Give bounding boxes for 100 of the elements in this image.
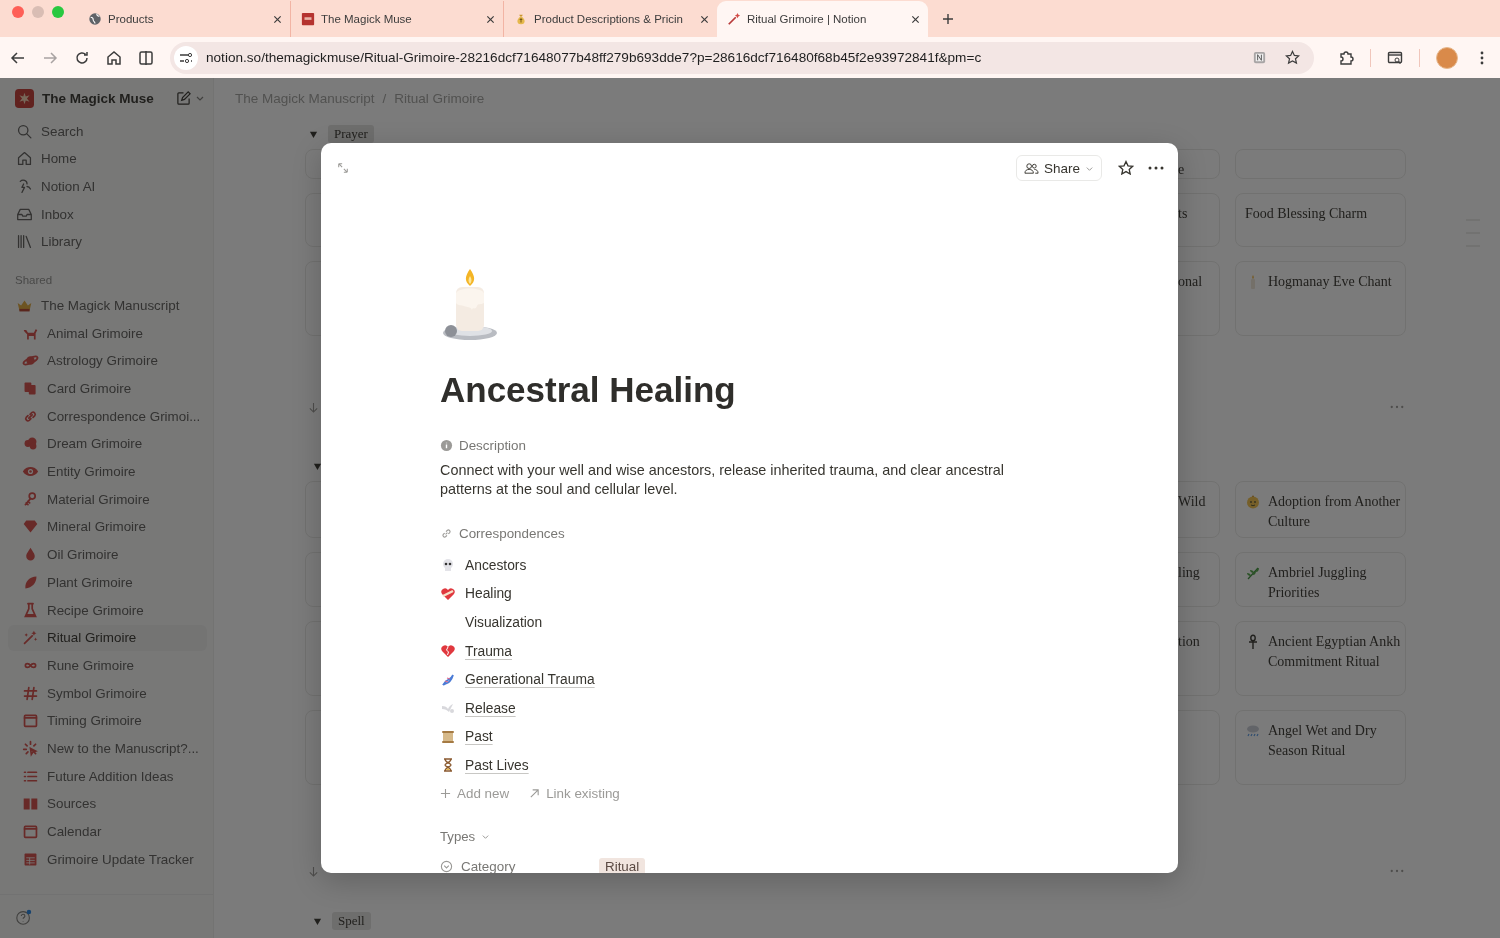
star-icon[interactable] [1285, 50, 1300, 65]
sidebar-page-item[interactable]: Astrology Grimoire [8, 347, 207, 374]
sidebar-nav-item[interactable]: Search [8, 118, 207, 144]
sidebar-page-item[interactable]: Mineral Grimoire [8, 513, 207, 540]
profile-avatar[interactable] [1436, 46, 1458, 69]
site-settings-icon[interactable] [174, 45, 198, 70]
sidebar-page-item[interactable]: Symbol Grimoire [8, 680, 207, 707]
relation-link[interactable]: Release [465, 700, 516, 716]
sidebar-page-item[interactable]: The Magick Manuscript [8, 292, 207, 319]
browser-tab[interactable]: Ritual Grimoire | Notion [717, 1, 928, 37]
skull-icon [440, 557, 456, 574]
extension-n-icon[interactable] [1252, 50, 1267, 65]
split-view-icon[interactable] [138, 49, 154, 66]
sidebar-page-item[interactable]: Future Addition Ideas [8, 763, 207, 790]
share-button[interactable]: Share [1015, 155, 1102, 181]
sidebar-page-item[interactable]: Material Grimoire [8, 486, 207, 513]
close-icon[interactable] [700, 14, 709, 24]
info-icon [440, 438, 453, 452]
calendar-icon [22, 823, 39, 840]
board-card[interactable]: Ambriel Juggling Priorities [1235, 552, 1406, 607]
card-title: ling [1178, 564, 1200, 582]
tab-search-icon[interactable] [1387, 49, 1403, 66]
card-title: Ambriel Juggling Priorities [1268, 564, 1368, 602]
sidebar-page-item[interactable]: Recipe Grimoire [8, 597, 207, 623]
board-card[interactable]: Ancient Egyptian Ankh Commitment Ritual [1235, 621, 1406, 696]
sidebar-page-item[interactable]: Card Grimoire [8, 375, 207, 402]
arrow-up-right-icon [529, 788, 541, 800]
people-icon [1023, 160, 1039, 176]
group-tag: Spell [332, 912, 371, 930]
sidebar-page-item[interactable]: Ritual Grimoire [8, 624, 207, 651]
expand-icon[interactable] [337, 162, 349, 174]
sidebar-page-item[interactable]: Entity Grimoire [8, 458, 207, 485]
wand-icon [727, 12, 741, 26]
browser-tab[interactable]: Product Descriptions & Pricin [504, 1, 717, 37]
board-card[interactable]: Hogmanay Eve Chant [1235, 261, 1406, 336]
sidebar-nav-item[interactable]: Home [8, 145, 207, 172]
scroll-icon [440, 728, 456, 745]
sidebar-nav-item[interactable]: Library [8, 228, 207, 255]
category-tag[interactable]: Ritual [599, 858, 646, 873]
rain-cloud-icon [1245, 723, 1261, 739]
sidebar-page-item[interactable]: Grimoire Update Tracker [8, 846, 207, 873]
puzzle-icon[interactable] [1338, 49, 1354, 66]
compose-icon[interactable] [176, 90, 191, 106]
card-title: e [1178, 161, 1185, 179]
types-toggle[interactable]: Types [440, 825, 1178, 848]
sidebar-page-item[interactable]: New to the Manuscript?... [8, 735, 207, 762]
flask-icon [22, 601, 39, 619]
sidebar-page-item[interactable]: Calendar [8, 818, 207, 845]
close-icon[interactable] [911, 14, 920, 24]
candle-icon [440, 267, 500, 341]
sidebar-page-item[interactable]: Oil Grimoire [8, 541, 207, 568]
forward-arrow-icon[interactable] [42, 49, 58, 66]
collapse-triangle-icon[interactable] [313, 461, 322, 471]
relation-link[interactable]: Past Lives [465, 757, 529, 773]
sidebar-page-item[interactable]: Sources [8, 790, 207, 817]
board-card[interactable]: Adoption from Another Culture [1235, 481, 1406, 538]
board-card[interactable]: Angel Wet and Dry Season Ritual [1235, 710, 1406, 785]
card-title: Angel Wet and Dry Season Ritual [1268, 722, 1378, 760]
card-title: Adoption from Another Culture [1268, 493, 1401, 531]
sidebar-page-item[interactable]: Animal Grimoire [8, 320, 207, 347]
relation-link[interactable]: Past [465, 729, 493, 745]
sidebar-page-item[interactable]: Dream Grimoire [8, 430, 207, 457]
sidebar-nav-item[interactable]: Notion AI [8, 173, 207, 200]
relation-link[interactable]: Ancestors [465, 557, 527, 573]
plus-icon[interactable] [942, 13, 954, 25]
reload-icon[interactable] [74, 49, 90, 66]
close-icon[interactable] [486, 14, 495, 24]
sidebar-page-item[interactable]: Rune Grimoire [8, 652, 207, 679]
property-label: Description [459, 437, 526, 453]
relation-link[interactable]: Visualization [465, 615, 543, 630]
back-arrow-icon[interactable] [10, 49, 26, 66]
sidebar-page-item[interactable]: Plant Grimoire [8, 569, 207, 596]
sparkle-cursor-icon [22, 739, 39, 757]
address-bar[interactable]: notion.so/themagickmuse/Ritual-Grimoire-28216dcf71648077b48ff279b693dde7?p=28616dcf716480f68b45f2e93972841f&pm=c [170, 41, 1314, 74]
key-icon [22, 490, 39, 508]
wand-icon [22, 629, 39, 647]
sidebar-page-item[interactable]: Correspondence Grimoi... [8, 403, 207, 430]
relation-link[interactable]: Trauma [465, 643, 513, 659]
library-icon [16, 233, 33, 251]
close-icon[interactable] [273, 14, 282, 24]
add-new-button[interactable]: Add new [440, 786, 510, 802]
herb-icon [1245, 565, 1261, 581]
close-window-icon[interactable] [12, 6, 24, 18]
sidebar-nav-item[interactable]: Inbox [8, 201, 207, 228]
page-title: Ancestral Healing [440, 369, 737, 411]
help-icon[interactable] [15, 907, 33, 926]
more-icon[interactable] [1148, 166, 1164, 170]
sidebar-page-item[interactable]: Timing Grimoire [8, 707, 207, 734]
workspace-logo-icon [15, 88, 34, 108]
relation-link[interactable]: Healing [465, 586, 512, 602]
home-icon[interactable] [106, 49, 122, 66]
link-existing-button[interactable]: Link existing [529, 786, 620, 802]
card-title: Ancient Egyptian Ankh Commitment Ritual [1268, 633, 1401, 671]
property-label: Correspondences [459, 525, 565, 541]
calendar-icon [22, 712, 39, 730]
workspace-name[interactable]: The Magick Muse [42, 90, 168, 106]
card-title: Hogmanay Eve Chant [1268, 273, 1392, 291]
board-card[interactable]: Food Blessing Charm [1235, 193, 1406, 247]
star-icon[interactable] [1118, 160, 1134, 176]
relation-link[interactable]: Generational Trauma [465, 672, 595, 688]
